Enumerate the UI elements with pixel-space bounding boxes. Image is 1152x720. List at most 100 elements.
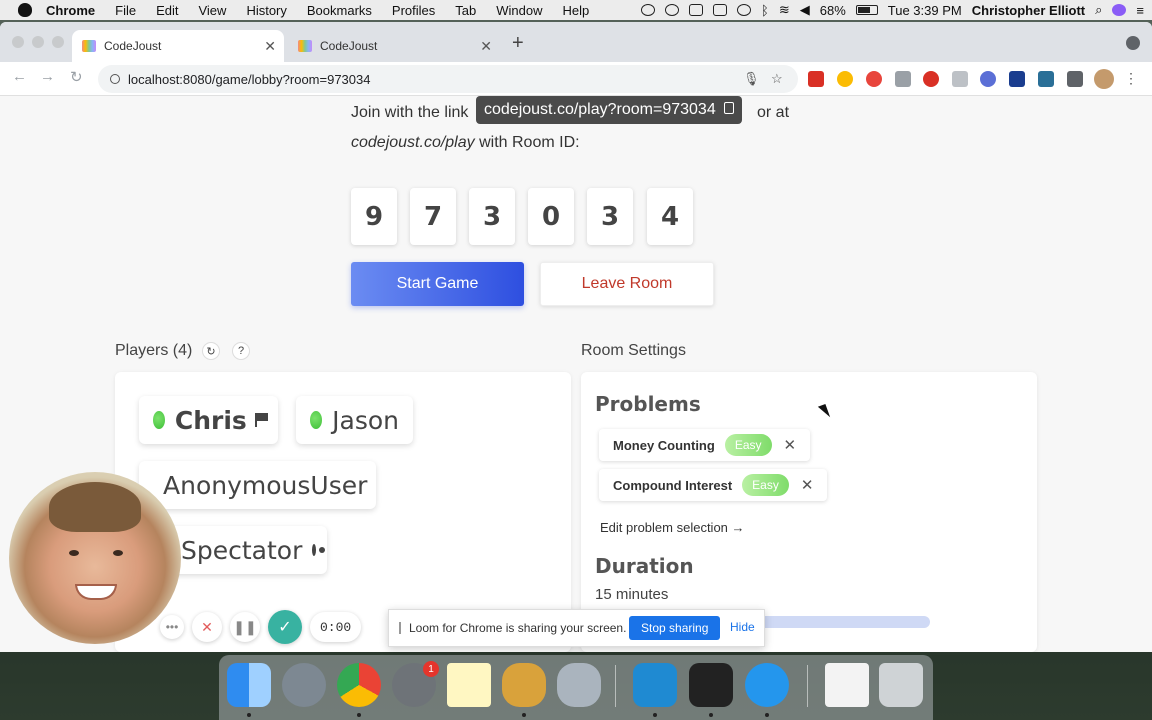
status-app-icon-3[interactable] [713,4,728,16]
start-game-button[interactable]: Start Game [351,262,524,306]
extension-icon-1[interactable] [808,71,824,87]
remove-problem-icon[interactable]: ✕ [784,436,797,454]
notification-center-icon[interactable]: ≡ [1136,3,1144,18]
or-at-text: or at [757,104,790,121]
status-app-icon-2[interactable] [689,4,704,16]
menubar-clock[interactable]: Tue 3:39 PM [888,3,962,18]
pause-icon[interactable]: ❚❚ [230,612,260,642]
menu-profiles[interactable]: Profiles [392,3,435,18]
menu-history[interactable]: History [246,3,286,18]
room-settings-heading: Room Settings [581,342,686,359]
drag-handle-icon[interactable] [399,622,401,634]
site-info-icon[interactable] [110,74,120,84]
siri-icon[interactable] [1112,4,1127,16]
forward-arrow-icon[interactable]: → [40,68,55,85]
room-link-pill[interactable]: codejoust.co/play?room=973034 [476,96,742,124]
browser-tab-active[interactable]: CodeJoust ✕ [72,30,284,62]
player-chip-host[interactable]: Chris [139,396,278,444]
problem-chip[interactable]: Compound Interest Easy ✕ [599,469,828,501]
chrome-icon[interactable] [337,663,381,707]
hide-button[interactable]: Hide [730,620,755,634]
extension-icon-7[interactable] [980,71,996,87]
extension-icon-8[interactable] [1009,71,1025,87]
volume-icon[interactable]: ◀ [800,2,810,18]
status-app-icon[interactable] [641,4,656,16]
edit-problem-selection-link[interactable]: Edit problem selection → [600,520,745,535]
battery-percent[interactable]: 68% [820,3,846,18]
menubar-user[interactable]: Christopher Elliott [972,3,1085,18]
minimize-window-button[interactable] [32,36,44,48]
menu-file[interactable]: File [115,3,136,18]
database-icon[interactable] [557,663,601,707]
more-options-icon[interactable]: ••• [160,615,184,639]
player-name: Spectator [181,535,303,565]
battery-icon[interactable] [855,5,878,15]
room-id-digit: 3 [587,188,633,245]
wifi-icon[interactable]: ≋ [779,2,790,18]
address-bar[interactable]: localhost:8080/game/lobby?room=973034 🎙 … [98,65,798,93]
extension-icon-4[interactable] [895,71,911,87]
adblock-icon[interactable] [923,71,939,87]
browser-tab[interactable]: CodeJoust ✕ [288,30,500,62]
docker-icon[interactable] [745,663,789,707]
terminal-icon[interactable] [689,663,733,707]
leave-room-button[interactable]: Leave Room [540,262,714,306]
downloads-stack-icon[interactable] [825,663,869,707]
problem-chip[interactable]: Money Counting Easy ✕ [599,429,811,461]
chrome-menu-icon[interactable]: ⋮ [1124,70,1138,87]
microphone-icon[interactable]: 🎙 [743,71,760,87]
cancel-recording-icon[interactable]: ✕ [192,612,222,642]
status-dnd-icon[interactable] [737,4,752,16]
finder-icon[interactable] [227,663,271,707]
room-id-digit: 0 [528,188,574,245]
launchpad-icon[interactable] [282,663,326,707]
extensions-puzzle-icon[interactable] [1067,71,1083,87]
player-chip[interactable]: Jason [296,396,413,444]
back-arrow-icon[interactable]: ← [12,68,27,85]
menu-bookmarks[interactable]: Bookmarks [307,3,372,18]
new-tab-button[interactable]: + [512,32,524,55]
tab-search-icon[interactable] [1126,36,1140,50]
url-text[interactable]: localhost:8080/game/lobby?room=973034 [128,72,370,87]
menu-view[interactable]: View [198,3,226,18]
loom-webcam-bubble[interactable] [9,472,181,644]
menu-help[interactable]: Help [563,3,590,18]
stop-sharing-button[interactable]: Stop sharing [629,616,721,640]
status-globe-icon[interactable] [665,4,680,16]
host-flag-icon [254,413,269,427]
vscode-icon[interactable] [633,663,677,707]
menu-app-name[interactable]: Chrome [46,3,95,18]
zoom-window-button[interactable] [52,36,64,48]
bookmark-star-icon[interactable]: ☆ [771,71,783,87]
sequel-pro-icon[interactable] [502,663,546,707]
spotlight-search-icon[interactable]: ⌕ [1095,2,1102,18]
notes-icon[interactable] [447,663,491,707]
finish-recording-icon[interactable]: ✓ [268,610,302,644]
close-window-button[interactable] [12,36,24,48]
extension-icon-3[interactable] [866,71,882,87]
menu-window[interactable]: Window [496,3,542,18]
help-icon[interactable]: ? [232,342,250,360]
extension-icon-6[interactable] [952,71,968,87]
player-chip[interactable]: AnonymousUser [139,461,376,509]
tab-close-icon[interactable]: ✕ [264,38,276,55]
extension-icon-2[interactable] [837,71,853,87]
menu-tab[interactable]: Tab [455,3,476,18]
refresh-icon[interactable]: ↻ [202,342,220,360]
difficulty-badge: Easy [742,474,789,496]
trash-icon[interactable] [879,663,923,707]
play-url: codejoust.co/play [351,134,475,151]
bluetooth-icon[interactable]: ᛒ [761,3,769,18]
apple-icon[interactable] [18,3,32,17]
tab-close-icon[interactable]: ✕ [480,38,492,55]
copy-icon[interactable] [723,102,734,114]
profile-avatar[interactable] [1094,69,1114,89]
reload-icon[interactable]: ↻ [70,68,83,86]
codejoust-favicon-icon [298,40,312,52]
running-indicator [765,713,769,717]
running-indicator [709,713,713,717]
room-link-text[interactable]: codejoust.co/play?room=973034 [484,101,716,119]
remove-problem-icon[interactable]: ✕ [801,476,814,494]
extension-icon-9[interactable] [1038,71,1054,87]
menu-edit[interactable]: Edit [156,3,178,18]
